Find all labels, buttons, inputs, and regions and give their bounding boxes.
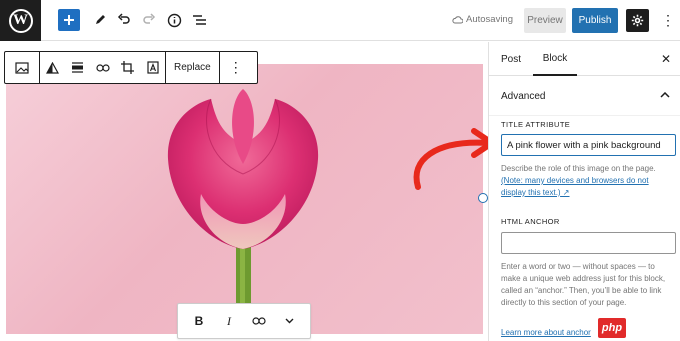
preview-button[interactable]: Preview xyxy=(524,8,566,33)
gear-icon xyxy=(631,14,644,27)
italic-icon[interactable]: I xyxy=(217,309,241,333)
list-view-icon xyxy=(192,15,206,25)
list-view-button[interactable] xyxy=(187,8,211,32)
undo-button[interactable] xyxy=(112,8,136,32)
undo-icon xyxy=(117,13,130,24)
cloud-icon xyxy=(452,15,463,23)
html-anchor-label: HTML ANCHOR xyxy=(501,217,560,226)
link-icon[interactable] xyxy=(247,309,271,333)
link-icon[interactable] xyxy=(90,52,115,83)
title-attribute-input[interactable]: A pink flower with a pink background xyxy=(501,134,676,156)
settings-button[interactable] xyxy=(626,9,649,32)
duotone-icon[interactable] xyxy=(40,52,65,83)
tab-block[interactable]: Block xyxy=(533,42,577,76)
more-options-icon[interactable]: ⋮ xyxy=(220,52,252,83)
text-overlay-icon[interactable] xyxy=(140,52,165,83)
html-anchor-help: Enter a word or two — without spaces — t… xyxy=(501,262,666,307)
block-tools-group xyxy=(40,52,166,83)
plus-icon xyxy=(64,15,74,25)
image-icon[interactable] xyxy=(5,52,39,83)
sidebar-tabs: Post Block ✕ xyxy=(489,42,680,76)
chevron-up-icon xyxy=(660,89,670,101)
image-block-toolbar: Replace ⋮ xyxy=(4,51,258,84)
html-anchor-input[interactable] xyxy=(501,232,676,254)
info-icon xyxy=(167,13,181,27)
bold-icon[interactable]: B xyxy=(187,309,211,333)
autosave-status: Autosaving xyxy=(452,14,513,25)
chevron-down-icon[interactable] xyxy=(277,309,301,333)
options-button[interactable]: ⋮ xyxy=(660,10,676,30)
add-block-button[interactable] xyxy=(58,9,80,31)
details-button[interactable] xyxy=(162,8,186,32)
vertical-ellipsis-icon: ⋮ xyxy=(661,11,675,28)
block-type-group xyxy=(5,52,40,83)
title-attribute-label: TITLE ATTRIBUTE xyxy=(501,120,571,129)
redo-icon xyxy=(143,13,156,24)
php-watermark: php xyxy=(598,318,626,338)
format-toolbar: B I xyxy=(177,303,311,339)
advanced-panel-header[interactable]: Advanced xyxy=(489,76,680,116)
crop-icon[interactable] xyxy=(115,52,140,83)
image-block[interactable] xyxy=(6,64,483,334)
edit-tool-button[interactable] xyxy=(88,8,112,32)
align-icon[interactable] xyxy=(65,52,90,83)
redo-button[interactable] xyxy=(137,8,161,32)
publish-button[interactable]: Publish xyxy=(572,8,618,33)
tab-post[interactable]: Post xyxy=(501,42,521,76)
replace-group: Replace xyxy=(166,52,220,83)
external-link-icon: ↗ xyxy=(560,188,570,197)
pencil-icon xyxy=(96,15,105,24)
panel-title: Advanced xyxy=(501,91,546,102)
replace-button[interactable]: Replace xyxy=(166,52,219,83)
title-attribute-help: Describe the role of this image on the p… xyxy=(501,164,656,173)
close-icon[interactable]: ✕ xyxy=(661,52,671,66)
top-toolbar: W Autosaving Preview Publish ⋮ xyxy=(0,0,680,41)
learn-more-link[interactable]: Learn more about anchor xyxy=(501,328,591,337)
arrow-annotation-icon xyxy=(413,128,495,190)
wordpress-logo-icon[interactable]: W xyxy=(0,0,41,41)
autosave-label: Autosaving xyxy=(466,14,514,25)
tulip-image xyxy=(167,89,319,334)
settings-sidebar: Post Block ✕ Advanced TITLE ATTRIBUTE A … xyxy=(488,42,680,341)
title-attribute-note-link[interactable]: (Note: many devices and browsers do not … xyxy=(501,175,673,199)
